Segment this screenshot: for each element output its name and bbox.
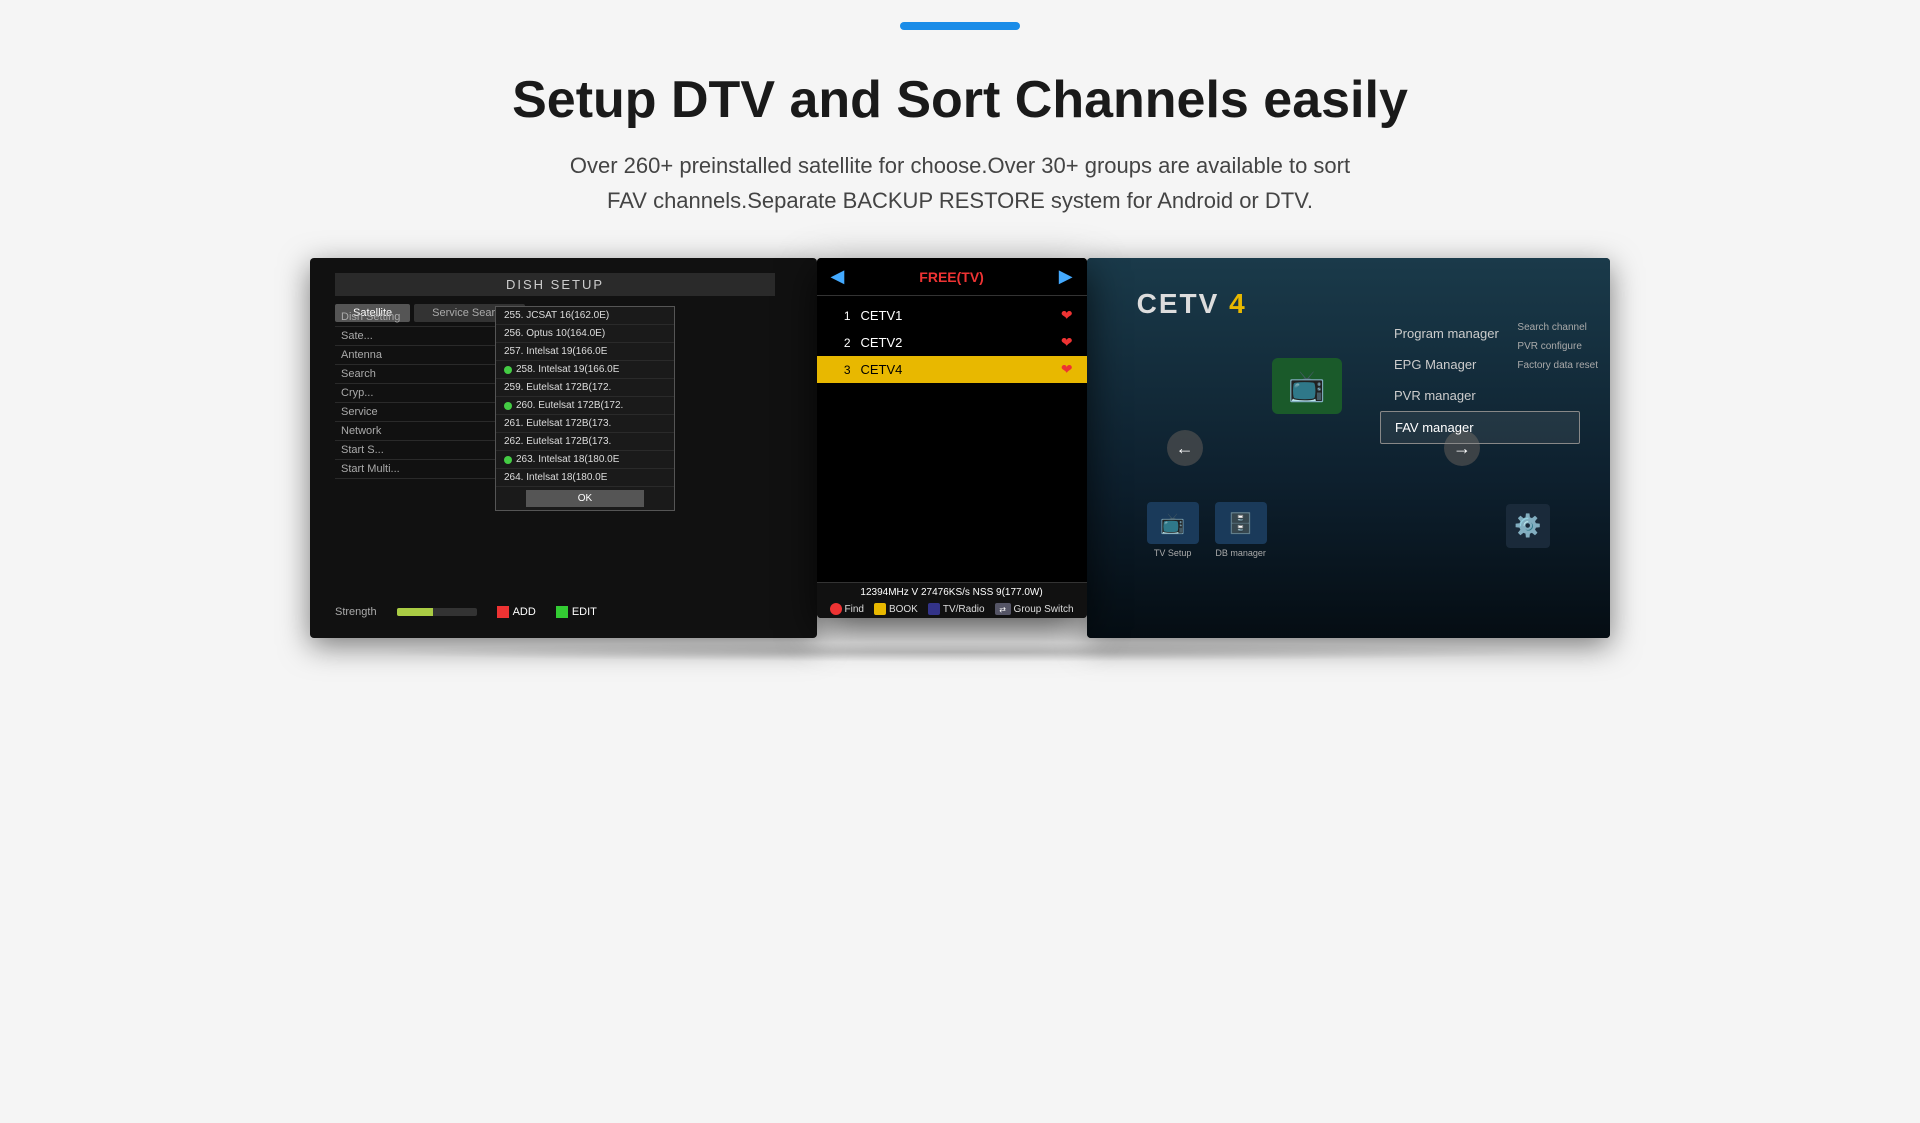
- setting-row: Search: [335, 365, 495, 384]
- nav-arrow-left[interactable]: ←: [1167, 430, 1203, 466]
- menu-item-pvr[interactable]: PVR manager: [1380, 380, 1580, 411]
- dish-settings-panel: Dish Setting Sate... Antenna Search Cryp…: [335, 308, 495, 479]
- heart-icon: ❤: [1061, 334, 1073, 351]
- check-icon: [504, 366, 512, 374]
- blue-rev-btn-icon: [928, 603, 940, 615]
- freetv-header: ◀ FREE(TV) ▶: [817, 258, 1087, 296]
- ctrl-book: BOOK: [874, 603, 918, 615]
- freetv-list: 1 CETV1 ❤ 2 CETV2 ❤ 3 CETV4 ❤: [817, 296, 1087, 389]
- db-manager-icon-group: 🗄️ DB manager: [1215, 502, 1267, 558]
- green-button-icon: [556, 606, 568, 618]
- sat-item[interactable]: 258. Intelsat 19(166.0E: [496, 361, 674, 379]
- satellite-dropdown[interactable]: 255. JCSAT 16(162.0E) 256. Optus 10(164.…: [495, 306, 675, 511]
- channel-name: CETV1: [861, 308, 1051, 323]
- program-screen: CETV 4 ← → 📺 TV Setup 🗄️ DB manager 📺: [1087, 258, 1610, 638]
- add-label: ADD: [513, 606, 536, 618]
- freetv-title: FREE(TV): [919, 269, 984, 285]
- screenshots-row: DISH SETUP Satellite Service Search Dish…: [310, 258, 1610, 638]
- setting-row: Network: [335, 422, 495, 441]
- subtitle-line2: FAV channels.Separate BACKUP RESTORE sys…: [607, 188, 1313, 213]
- channel-name: CETV2: [861, 335, 1051, 350]
- ctrl-find: Find: [830, 603, 864, 615]
- sat-item[interactable]: 262. Eutelsat 172B(173.: [496, 433, 674, 451]
- channel-num: 2: [831, 336, 851, 350]
- page-wrapper: Setup DTV and Sort Channels easily Over …: [0, 0, 1920, 662]
- channel-name: CETV4: [861, 362, 1051, 377]
- sat-item[interactable]: 261. Eutelsat 172B(173.: [496, 415, 674, 433]
- tvradio-label: TV/Radio: [943, 604, 985, 615]
- red-button-icon: [497, 606, 509, 618]
- bottom-icons-row: 📺 TV Setup 🗄️ DB manager: [1147, 502, 1267, 558]
- freetv-next-arrow[interactable]: ▶: [1059, 266, 1073, 287]
- db-icon: 🗄️: [1215, 502, 1267, 544]
- sat-item[interactable]: 257. Intelsat 19(166.0E: [496, 343, 674, 361]
- double-arrow-icon: ⇄: [995, 603, 1011, 615]
- subtitle-line1: Over 260+ preinstalled satellite for cho…: [570, 153, 1350, 178]
- cetv4-logo: CETV 4: [1137, 288, 1247, 320]
- check-icon: [504, 402, 512, 410]
- find-label: Find: [845, 604, 864, 615]
- yellow-btn-icon: [874, 603, 886, 615]
- tv-setup-label: TV Setup: [1154, 548, 1192, 558]
- cetv4-num: 4: [1229, 288, 1247, 319]
- submenu-search[interactable]: Search channel: [1511, 318, 1604, 337]
- channel-row-selected[interactable]: 3 CETV4 ❤: [817, 356, 1087, 383]
- subtitle: Over 260+ preinstalled satellite for cho…: [570, 148, 1350, 218]
- sat-item[interactable]: 256. Optus 10(164.0E): [496, 325, 674, 343]
- red-btn-icon: [830, 603, 842, 615]
- strength-fill: [397, 608, 433, 616]
- setting-row: Sate...: [335, 327, 495, 346]
- menu-item-fav[interactable]: FAV manager: [1380, 411, 1580, 444]
- add-button[interactable]: ADD: [497, 606, 536, 618]
- group-label: Group Switch: [1014, 604, 1074, 615]
- top-accent-bar: [900, 22, 1020, 30]
- main-tv-icon-group: 📺: [1272, 358, 1342, 414]
- sat-item[interactable]: 255. JCSAT 16(162.0E): [496, 307, 674, 325]
- freetv-frequency: 12394MHz V 27476KS/s NSS 9(177.0W): [817, 583, 1087, 600]
- dish-setup-screen: DISH SETUP Satellite Service Search Dish…: [310, 258, 817, 638]
- freetv-screen: ◀ FREE(TV) ▶ 1 CETV1 ❤ 2 CETV2 ❤ 3 CETV4: [817, 258, 1087, 618]
- ok-button[interactable]: OK: [526, 490, 644, 507]
- gear-icon: ⚙️: [1506, 504, 1550, 548]
- edit-label: EDIT: [572, 606, 597, 618]
- channel-row[interactable]: 2 CETV2 ❤: [817, 329, 1087, 356]
- ctrl-group: ⇄ Group Switch: [995, 603, 1074, 615]
- submenu-pvr[interactable]: PVR configure: [1511, 337, 1604, 356]
- main-tv-icon: 📺: [1272, 358, 1342, 414]
- sat-item[interactable]: 264. Intelsat 18(180.0E: [496, 469, 674, 487]
- program-submenu: Search channel PVR configure Factory dat…: [1511, 318, 1604, 375]
- submenu-factory[interactable]: Factory data reset: [1511, 356, 1604, 375]
- dish-bottom-bar: Strength ADD EDIT: [335, 606, 597, 618]
- strength-bar: [397, 608, 477, 616]
- strength-label: Strength: [335, 606, 377, 618]
- tv-icon: 📺: [1147, 502, 1199, 544]
- setting-row: Service: [335, 403, 495, 422]
- tv-setup-icon-group: 📺 TV Setup: [1147, 502, 1199, 558]
- setting-row: Cryp...: [335, 384, 495, 403]
- sat-item[interactable]: 259. Eutelsat 172B(172.: [496, 379, 674, 397]
- check-icon: [504, 456, 512, 464]
- setting-row: Antenna: [335, 346, 495, 365]
- db-manager-label: DB manager: [1215, 548, 1266, 558]
- freetv-prev-arrow[interactable]: ◀: [831, 266, 845, 287]
- freetv-footer: 12394MHz V 27476KS/s NSS 9(177.0W) Find …: [817, 582, 1087, 618]
- setting-row: Start Multi...: [335, 460, 495, 479]
- setting-row: Dish Setting: [335, 308, 495, 327]
- heart-icon: ❤: [1061, 361, 1073, 378]
- dish-header: DISH SETUP: [335, 273, 775, 296]
- channel-row[interactable]: 1 CETV1 ❤: [817, 302, 1087, 329]
- screenshot-shadow: [360, 642, 1560, 662]
- freetv-controls: Find BOOK TV/Radio ⇄ Group Switch: [817, 600, 1087, 618]
- book-label: BOOK: [889, 604, 918, 615]
- channel-num: 1: [831, 309, 851, 323]
- sat-item[interactable]: 263. Intelsat 18(180.0E: [496, 451, 674, 469]
- heart-icon: ❤: [1061, 307, 1073, 324]
- channel-num: 3: [831, 363, 851, 377]
- sat-item[interactable]: 260. Eutelsat 172B(172.: [496, 397, 674, 415]
- ctrl-tvradio: TV/Radio: [928, 603, 985, 615]
- main-title: Setup DTV and Sort Channels easily: [512, 70, 1408, 130]
- setting-row: Start S...: [335, 441, 495, 460]
- edit-button[interactable]: EDIT: [556, 606, 597, 618]
